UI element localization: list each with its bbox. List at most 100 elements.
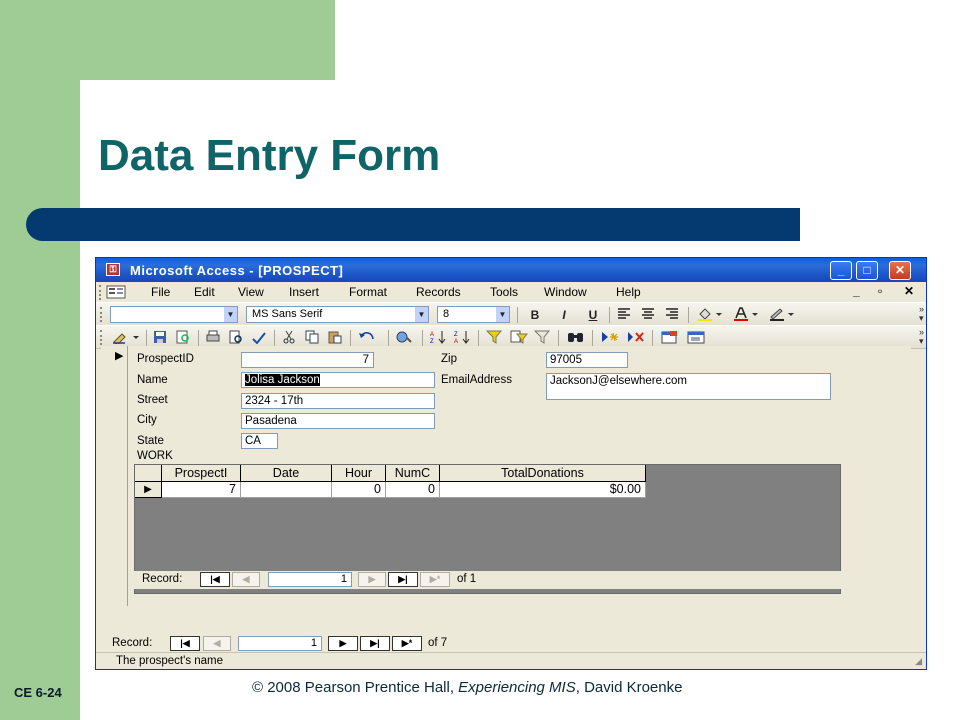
font-combo-value: MS Sans Serif [252,308,323,320]
menu-grip[interactable] [99,285,104,300]
name-field[interactable]: Jolisa Jackson [241,372,435,388]
cut-icon[interactable] [282,330,296,344]
email-field[interactable]: JacksonJ@elsewhere.com [546,373,831,400]
column-header-hour[interactable]: Hour [332,465,386,482]
subform-record-number-input[interactable]: 1 [268,572,352,587]
formatting-toolbar: ▼ MS Sans Serif ▼ 8 ▼ B I U » ▾ [96,302,926,326]
spelling-icon[interactable] [252,330,266,344]
next-record-button[interactable]: ▶ [328,636,358,651]
underline-button[interactable]: U [584,307,602,323]
menu-bar: File Edit View Insert Format Records Too… [96,282,926,303]
menu-help[interactable]: Help [616,285,641,299]
table-cell[interactable]: 7 [162,482,241,498]
name-label: Name [137,374,168,386]
line-color-icon[interactable] [769,307,795,321]
prospectid-field[interactable]: 7 [241,352,374,368]
column-header-date[interactable]: Date [241,465,332,482]
font-color-icon[interactable] [733,307,759,321]
search-icon[interactable] [176,330,190,344]
doc-close-button[interactable]: ✕ [904,284,914,298]
close-button[interactable]: ✕ [889,261,911,280]
doc-minimize-button[interactable]: _ [853,284,860,298]
subform-next-record-button[interactable]: ▶ [358,572,386,587]
minimize-button[interactable]: _ [830,261,852,280]
toolbar-options-icon[interactable]: » ▾ [919,328,924,346]
subform-last-record-button[interactable]: ▶| [388,572,418,587]
separator [274,330,275,346]
menu-edit[interactable]: Edit [194,285,215,299]
subform-first-record-button[interactable]: |◀ [200,572,230,587]
street-label: Street [137,394,168,406]
font-combo[interactable]: MS Sans Serif ▼ [246,306,429,323]
subform-new-record-button[interactable]: ▶* [420,572,450,587]
database-window-icon[interactable] [686,330,708,344]
new-record-button[interactable]: ▶* [392,636,422,651]
city-field[interactable]: Pasadena [241,413,435,429]
prev-record-button[interactable]: ◀ [203,636,231,651]
doc-restore-button[interactable]: ▫ [878,284,882,298]
record-number-input[interactable]: 1 [238,636,322,651]
state-field[interactable]: CA [241,433,278,449]
column-header-totaldonations[interactable]: TotalDonations [440,465,646,482]
align-left-icon[interactable] [617,307,631,321]
chevron-down-icon: ▼ [224,307,237,322]
toolbar-grip[interactable] [100,330,105,345]
align-right-icon[interactable] [665,307,679,321]
table-cell[interactable]: 0 [332,482,386,498]
print-preview-icon[interactable] [229,330,243,344]
column-header-numc[interactable]: NumC [386,465,440,482]
new-record-icon[interactable] [599,330,619,344]
fill-color-icon[interactable] [697,307,723,321]
zip-field[interactable]: 97005 [546,352,628,368]
record-selector[interactable]: ▶ [101,346,128,606]
last-record-button[interactable]: ▶| [360,636,390,651]
bold-button[interactable]: B [526,307,544,323]
design-view-icon[interactable] [112,330,140,344]
toolbar-grip[interactable] [100,307,105,322]
filter-by-selection-icon[interactable] [486,330,504,344]
separator [609,307,610,323]
undo-icon[interactable] [358,330,382,344]
table-cell[interactable]: $0.00 [440,482,646,498]
properties-icon[interactable] [660,330,680,344]
row-selector-arrow-icon[interactable]: ▶ [135,482,162,498]
menu-tools[interactable]: Tools [490,285,518,299]
chevron-down-icon: ▼ [415,307,428,322]
resize-grip-icon[interactable]: ◢ [915,653,922,669]
subform-prev-record-button[interactable]: ◀ [232,572,260,587]
separator [517,307,518,323]
size-combo[interactable]: 8 ▼ [437,306,510,323]
find-icon[interactable] [566,330,586,344]
table-cell[interactable]: 0 [386,482,440,498]
sort-descending-icon[interactable]: ZA [454,330,472,344]
object-combo[interactable]: ▼ [110,306,238,323]
menu-insert[interactable]: Insert [289,285,319,299]
menu-format[interactable]: Format [349,285,387,299]
print-icon[interactable] [206,330,220,344]
first-record-button[interactable]: |◀ [170,636,200,651]
form-icon[interactable] [106,285,126,299]
center-icon[interactable] [641,307,655,321]
sort-ascending-icon[interactable]: AZ [430,330,448,344]
filter-by-form-icon[interactable] [510,330,528,344]
apply-filter-icon[interactable] [534,330,552,344]
menu-view[interactable]: View [238,285,264,299]
window-titlebar[interactable]: ⚿ Microsoft Access - [PROSPECT] _ □ ✕ [96,258,926,282]
column-header-prospectid[interactable]: ProspectI [162,465,241,482]
menu-records[interactable]: Records [416,285,461,299]
select-all-corner[interactable] [135,465,162,482]
save-icon[interactable] [153,330,167,344]
table-cell[interactable] [241,482,332,498]
maximize-button[interactable]: □ [856,261,878,280]
city-label: City [137,414,157,426]
italic-button[interactable]: I [555,307,573,323]
street-field[interactable]: 2324 - 17th [241,393,435,409]
hyperlink-icon[interactable] [395,330,419,344]
slide-title: Data Entry Form [98,131,441,180]
menu-file[interactable]: File [151,285,170,299]
delete-record-icon[interactable] [626,330,646,344]
menu-window[interactable]: Window [544,285,587,299]
paste-icon[interactable] [328,330,342,344]
copy-icon[interactable] [305,330,319,344]
toolbar-options-icon[interactable]: » ▾ [919,305,924,323]
